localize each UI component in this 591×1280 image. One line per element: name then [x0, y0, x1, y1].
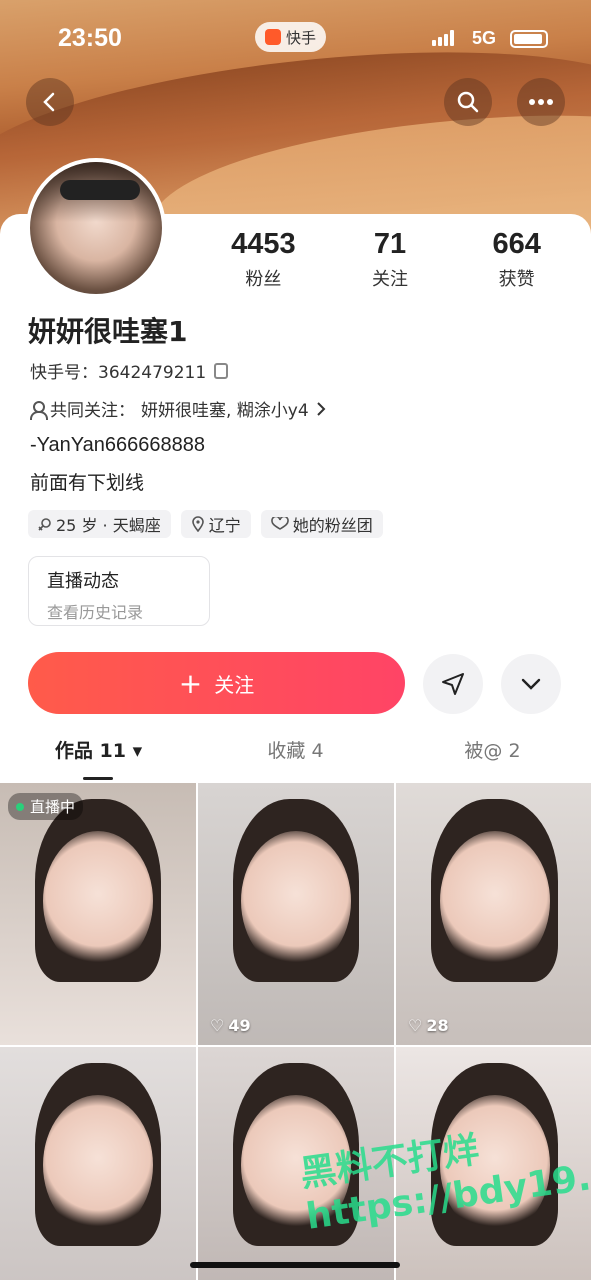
- copy-icon[interactable]: [214, 362, 229, 379]
- content-tabs: 作品 11 ▾ 收藏 4 被@ 2: [0, 736, 591, 780]
- app-name: 快手: [286, 28, 317, 47]
- tag-age: 25 岁 · 天蝎座: [28, 510, 171, 538]
- stat-value: 4453: [231, 228, 296, 260]
- plus-icon: +: [178, 666, 203, 700]
- tag-label: 辽宁: [208, 516, 241, 535]
- send-icon: [442, 673, 464, 695]
- search-button[interactable]: [444, 78, 492, 126]
- profile-stats: 4453 粉丝 71 关注 664 获赞: [200, 228, 580, 291]
- stat-value: 664: [492, 228, 541, 260]
- stat-fans[interactable]: 4453 粉丝: [203, 228, 323, 291]
- live-card-subtitle: 查看历史记录: [47, 603, 144, 622]
- live-card-title: 直播动态: [47, 571, 119, 592]
- avatar-glasses: [60, 180, 140, 200]
- thumbnail-face: [43, 830, 153, 971]
- more-button[interactable]: [517, 78, 565, 126]
- like-count: ♡ 49: [210, 1016, 251, 1035]
- kuaishou-id-row: 快手号：3642479211: [30, 358, 229, 383]
- thumbnail-face: [241, 830, 351, 971]
- mutual-follow-row[interactable]: 共同关注： 妍妍很哇塞, 糊涂小y4: [30, 396, 327, 421]
- live-history-card[interactable]: 直播动态 查看历史记录: [28, 556, 210, 626]
- like-value: 49: [228, 1016, 251, 1035]
- heart-icon: ♡: [408, 1016, 423, 1035]
- tag-label: 25 岁 · 天蝎座: [56, 516, 161, 535]
- status-time: 23:50: [58, 24, 122, 52]
- mutual-label: 共同关注：: [50, 401, 135, 421]
- app-indicator: 快手: [255, 22, 327, 52]
- home-indicator: [190, 1262, 400, 1268]
- stat-label: 获赞: [498, 269, 535, 290]
- stat-value: 71: [373, 228, 407, 260]
- video-thumbnail[interactable]: ♡ 49: [198, 783, 394, 1045]
- mutual-names: 妍妍很哇塞, 糊涂小y4: [141, 401, 309, 421]
- tab-label: 收藏 4: [267, 740, 324, 762]
- bio-line: 前面有下划线: [30, 472, 145, 494]
- status-bar: 23:50 快手 5G: [0, 22, 591, 56]
- gender-icon: [38, 518, 51, 531]
- thumbnail-face: [43, 1094, 153, 1235]
- tab-label: 被@ 2: [464, 740, 521, 762]
- thumbnail-face: [439, 830, 550, 971]
- kuaishou-id-label: 快手号：: [30, 363, 98, 383]
- chevron-down-icon: [521, 678, 541, 690]
- tab-mentions[interactable]: 被@ 2: [394, 736, 591, 780]
- tab-works[interactable]: 作品 11 ▾: [0, 736, 197, 780]
- video-thumbnail[interactable]: 直播中: [0, 783, 196, 1045]
- tag-location: 辽宁: [180, 510, 251, 538]
- stat-likes[interactable]: 664 获赞: [457, 228, 577, 291]
- caret-down-icon: ▾: [132, 740, 143, 762]
- signal-icon: [432, 30, 454, 46]
- stat-label: 关注: [371, 269, 408, 290]
- stat-label: 粉丝: [245, 269, 282, 290]
- battery-icon: [510, 30, 548, 48]
- location-icon: [191, 516, 204, 532]
- video-thumbnail[interactable]: [0, 1047, 196, 1280]
- video-thumbnail[interactable]: ♡ 28: [396, 783, 591, 1045]
- network-type: 5G: [472, 28, 497, 48]
- fans-club-icon: [270, 517, 289, 530]
- like-value: 28: [426, 1016, 449, 1035]
- chevron-left-icon: [43, 92, 55, 112]
- heart-icon: ♡: [210, 1016, 225, 1035]
- tab-indicator: [83, 777, 113, 780]
- like-count: ♡ 28: [408, 1016, 449, 1035]
- profile-tags: 25 岁 · 天蝎座 辽宁 她的粉丝团: [28, 510, 383, 538]
- message-button[interactable]: [423, 654, 483, 714]
- live-badge-label: 直播中: [30, 798, 76, 816]
- tab-label: 作品 11: [54, 740, 126, 762]
- tab-favorites[interactable]: 收藏 4: [197, 736, 394, 780]
- tag-label: 她的粉丝团: [292, 516, 373, 535]
- follow-button[interactable]: + 关注: [28, 652, 405, 714]
- person-icon: [30, 400, 48, 420]
- expand-button[interactable]: [501, 654, 561, 714]
- search-icon: [457, 91, 479, 113]
- back-button[interactable]: [26, 78, 74, 126]
- chevron-right-icon: [316, 401, 326, 416]
- follow-label: 关注: [214, 672, 255, 697]
- tag-fans-club[interactable]: 她的粉丝团: [260, 510, 383, 538]
- bio-line: -YanYan666668888: [30, 434, 205, 456]
- more-icon: [529, 99, 553, 105]
- avatar[interactable]: [26, 158, 166, 298]
- kuaishou-logo-icon: [265, 29, 281, 45]
- stat-following[interactable]: 71 关注: [330, 228, 450, 291]
- live-badge: 直播中: [8, 793, 84, 820]
- profile-name: 妍妍很哇塞1: [28, 315, 188, 348]
- kuaishou-id: 3642479211: [98, 363, 207, 383]
- live-dot-icon: [16, 802, 24, 811]
